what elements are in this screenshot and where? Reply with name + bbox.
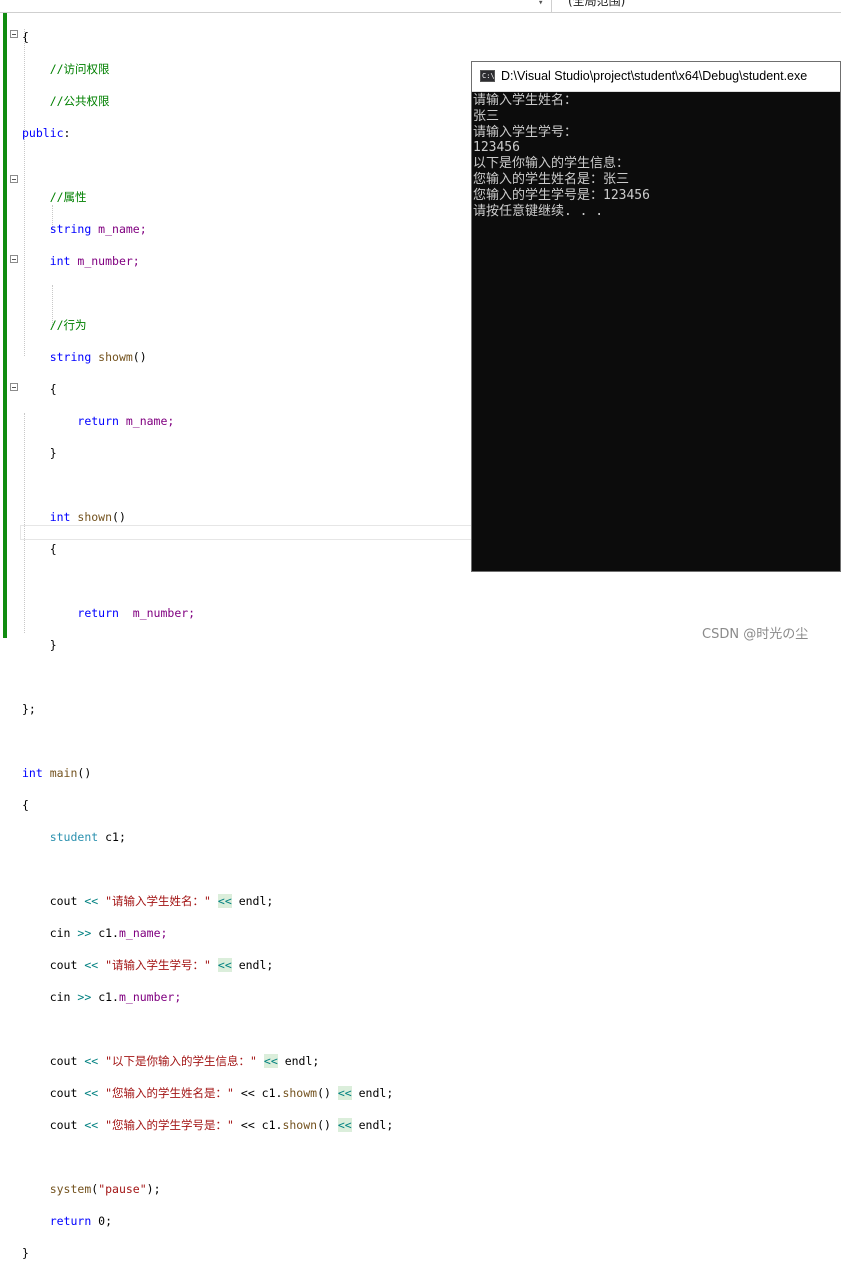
code-line: { [22, 30, 29, 44]
scope-dropdown[interactable]: (全局范围) [568, 0, 625, 9]
code-line: { [49, 542, 57, 556]
code-editor[interactable]: { //访问权限 //公共权限 public: //属性 string m_na… [22, 13, 393, 1277]
code-line: } [49, 446, 57, 460]
console-line: 以下是你输入的学生信息： [473, 156, 630, 172]
console-output: 请输入学生姓名： 张三 请输入学生学号： 123456 以下是你输入的学生信息： 您输入的… [472, 92, 840, 219]
code-line: return m_name; [77, 414, 175, 428]
console-line: 123456 [473, 140, 520, 156]
console-window[interactable]: C:\ D:\Visual Studio\project\student\x64… [471, 61, 841, 572]
divider [551, 0, 552, 12]
code-line: cin >> c1.m_number; [49, 990, 182, 1004]
code-line: { [22, 798, 29, 812]
code-line: system("pause"); [49, 1182, 161, 1196]
code-line: return m_number; [77, 606, 196, 620]
code-line: } [22, 1246, 29, 1260]
code-line: cout << "您输入的学生姓名是：" << c1.showm() << en… [49, 1086, 394, 1100]
code-line: int main() [22, 766, 92, 780]
code-line: } [49, 638, 57, 652]
code-line: //属性 [49, 190, 87, 204]
code-line: cin >> c1.m_name; [49, 926, 168, 940]
dropdown-arrow-icon[interactable]: ▾ [538, 0, 543, 8]
console-line: 请输入学生学号： [473, 124, 578, 140]
watermark: CSDN @时光の尘 [702, 627, 809, 642]
code-line: string showm() [49, 350, 147, 364]
code-line: student c1; [49, 830, 126, 844]
console-app-icon: C:\ [480, 70, 495, 82]
code-line: return 0; [49, 1214, 113, 1228]
code-line: int m_number; [49, 254, 140, 268]
fold-collapse-icon[interactable] [10, 383, 18, 391]
code-line: //行为 [49, 318, 87, 332]
code-line: string m_name; [49, 222, 147, 236]
fold-collapse-icon[interactable] [10, 255, 18, 263]
change-tracking-bar [3, 13, 7, 638]
fold-collapse-icon[interactable] [10, 175, 18, 183]
navigation-bar: ▾ (全局范围) [0, 0, 841, 13]
code-line: cout << "请输入学生学号：" << endl; [49, 958, 274, 972]
code-line: cout << "以下是你输入的学生信息：" << endl; [49, 1054, 320, 1068]
fold-collapse-icon[interactable] [10, 30, 18, 38]
console-line: 请按任意键继续. . . [473, 203, 604, 219]
console-line: 您输入的学生姓名是：张三 [473, 171, 630, 187]
console-title: D:\Visual Studio\project\student\x64\Deb… [501, 69, 808, 83]
console-line: 您输入的学生学号是：123456 [473, 187, 650, 203]
console-title-bar[interactable]: C:\ D:\Visual Studio\project\student\x64… [472, 62, 840, 92]
console-line: 张三 [473, 108, 500, 124]
code-line: //公共权限 [49, 94, 110, 108]
code-line: //访问权限 [49, 62, 110, 76]
code-line: }; [22, 702, 36, 716]
code-line: cout << "您输入的学生学号是：" << c1.shown() << en… [49, 1118, 394, 1132]
code-line: int shown() [49, 510, 126, 524]
code-line: cout << "请输入学生姓名：" << endl; [49, 894, 274, 908]
console-line: 请输入学生姓名： [473, 93, 578, 108]
code-line: public: [22, 126, 71, 140]
code-line: { [49, 382, 57, 396]
